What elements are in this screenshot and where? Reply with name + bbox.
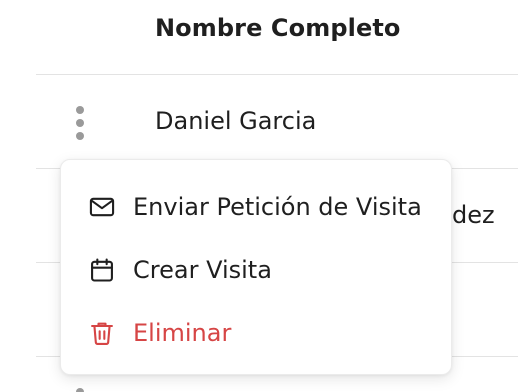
menu-item-send-visit-request[interactable]: Enviar Petición de Visita <box>61 177 451 237</box>
table-cell-name: dez <box>452 201 495 229</box>
trash-icon <box>91 322 113 346</box>
menu-item-delete[interactable]: Eliminar <box>61 303 451 363</box>
menu-item-label: Enviar Petición de Visita <box>133 193 422 221</box>
menu-item-create-visit[interactable]: Crear Visita <box>61 240 451 300</box>
row-context-menu: Enviar Petición de Visita Crear Visita E… <box>60 159 452 375</box>
column-header-nombre-completo: Nombre Completo <box>155 14 401 42</box>
menu-item-label: Eliminar <box>133 319 232 347</box>
page: Nombre Completo Daniel Garcia dez Enviar… <box>0 0 518 392</box>
menu-item-label: Crear Visita <box>133 256 272 284</box>
table-cell-name: Daniel Garcia <box>155 107 317 135</box>
more-vertical-icon[interactable] <box>76 388 84 392</box>
row-divider <box>36 74 518 75</box>
calendar-icon <box>91 258 113 282</box>
mail-icon <box>89 197 115 217</box>
more-vertical-icon <box>76 106 84 140</box>
row-actions-button[interactable] <box>68 104 92 142</box>
